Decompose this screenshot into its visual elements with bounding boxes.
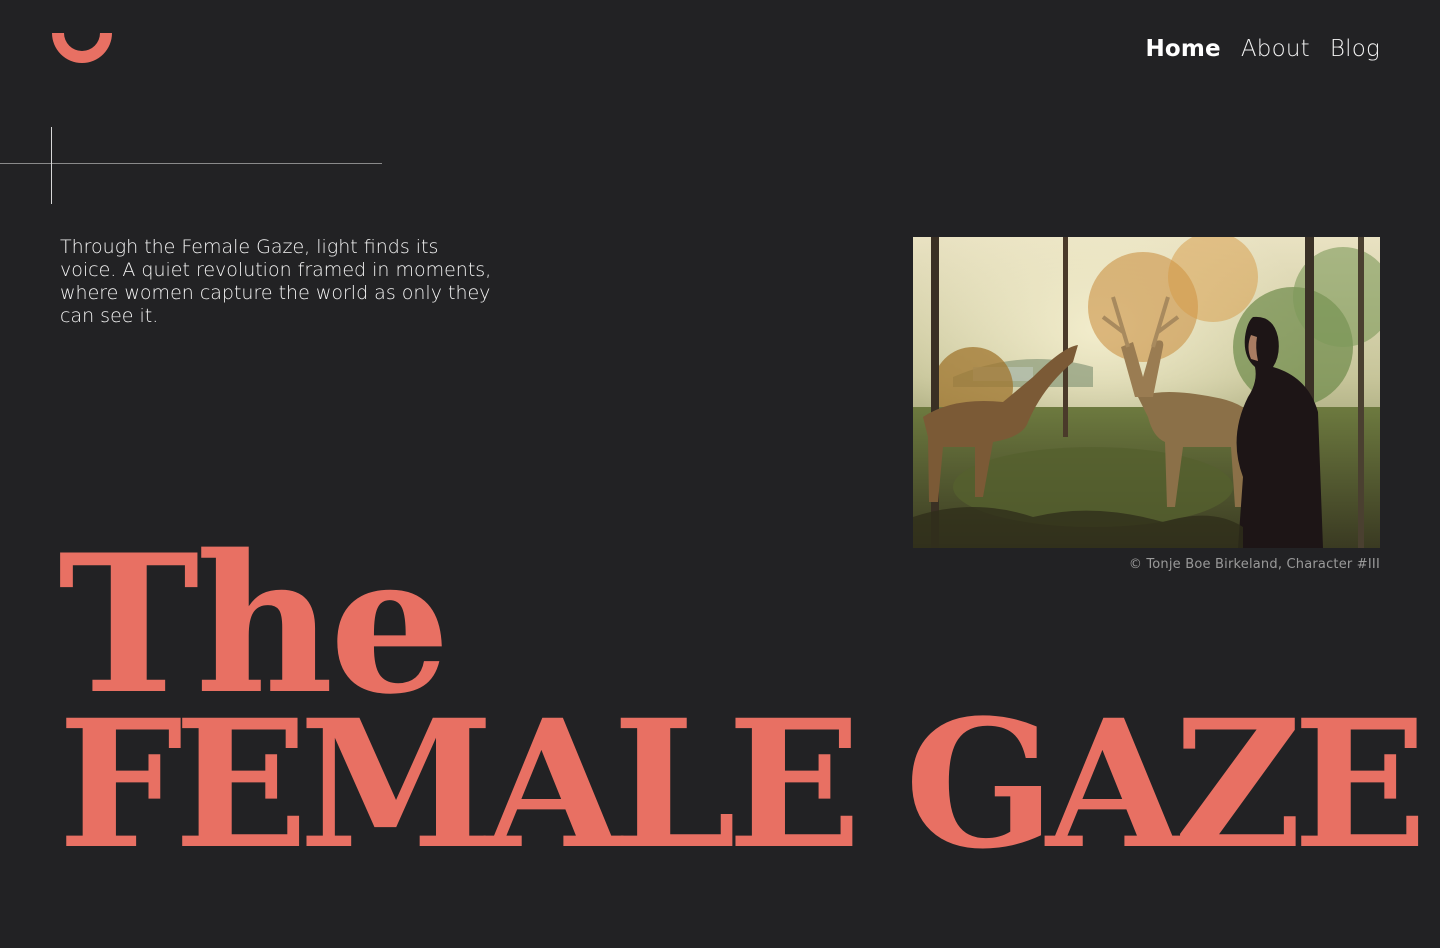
woman-with-deer-photo-icon — [913, 237, 1380, 548]
hero-photo — [913, 237, 1380, 548]
logo-icon[interactable] — [52, 33, 112, 63]
title-line-2: FEMALE GAZE — [58, 681, 1427, 888]
intro-text: Through the Female Gaze, light finds its… — [60, 236, 492, 327]
page-title: The FEMALE GAZE — [58, 530, 1427, 888]
nav-item-home[interactable]: Home — [1145, 34, 1220, 64]
nav-item-about[interactable]: About — [1241, 34, 1310, 64]
nav-item-blog[interactable]: Blog — [1330, 34, 1380, 64]
decorative-horizontal-line — [0, 163, 382, 164]
decorative-vertical-line — [51, 127, 52, 204]
main-nav: Home About Blog — [1145, 34, 1380, 64]
